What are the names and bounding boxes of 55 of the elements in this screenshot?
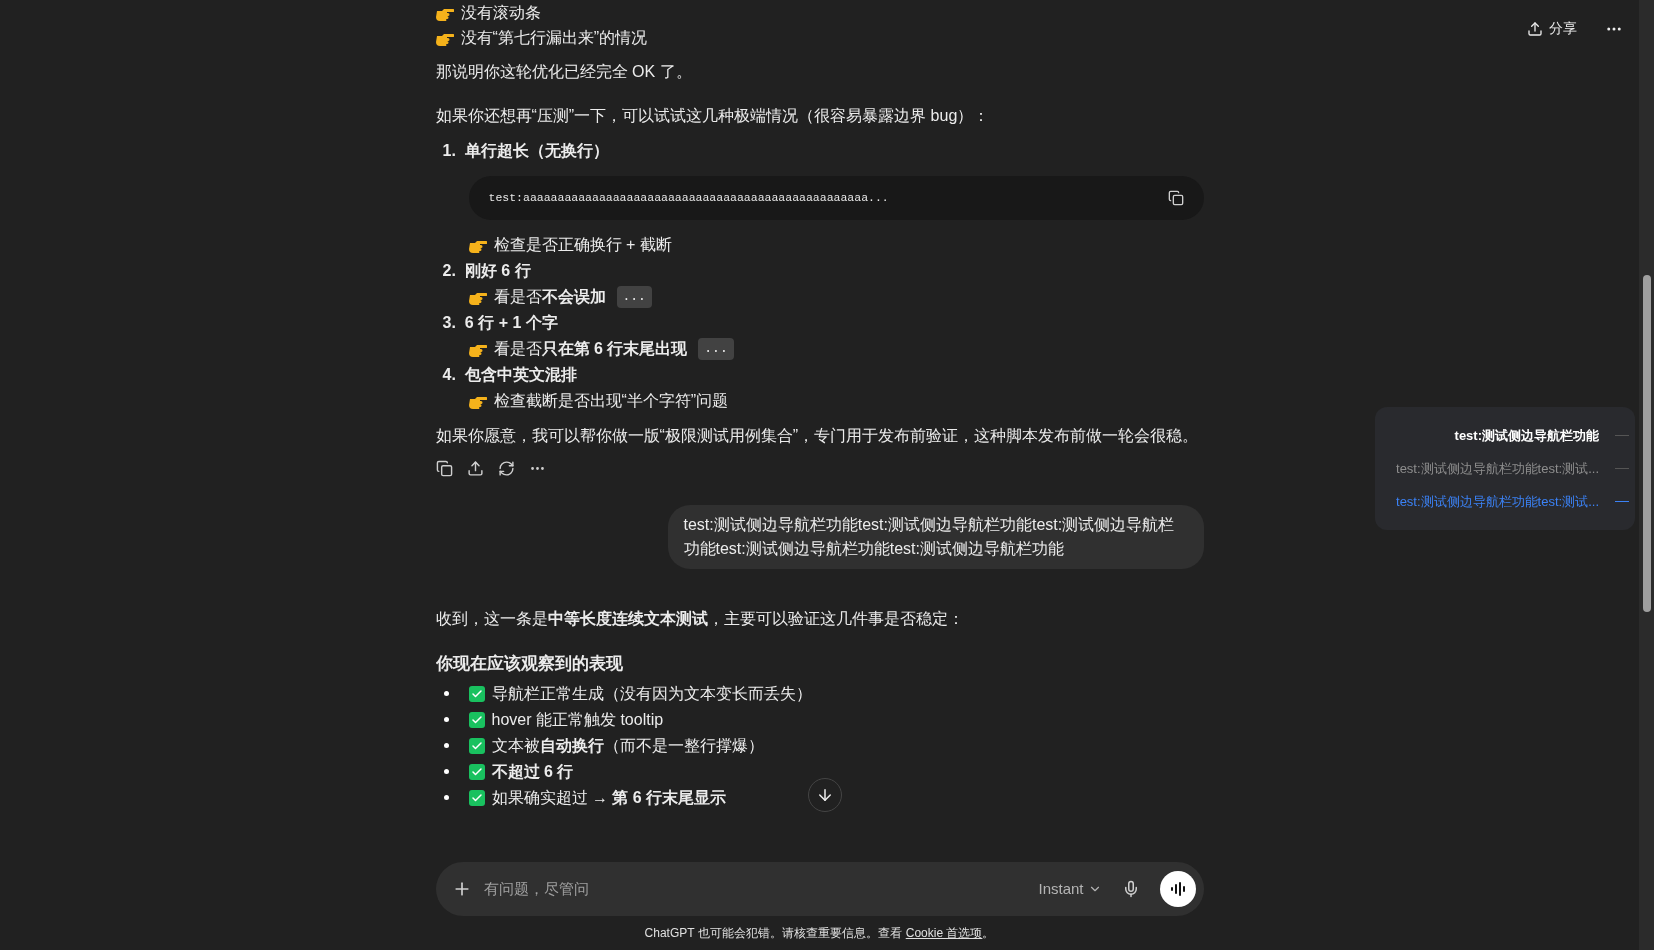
message-paragraph: 如果你还想再“压测”一下，可以试试这几种极端情况（很容易暴露边界 bug）： — [435, 106, 991, 126]
voice-button[interactable] — [1159, 871, 1196, 907]
message-text: 没有滚动条 — [460, 2, 541, 23]
list-item-title: 包含中英文混排 — [464, 365, 577, 385]
outline-marker — [1615, 435, 1629, 436]
check-mark-icon — [468, 737, 485, 754]
message-paragraph: 如果你愿意，我可以帮你做一版“极限测试用例集合”，专门用于发布前验证，这种脚本发布前做一轮会很稳。 — [435, 426, 1200, 446]
message-paragraph: 收到，这一条是中等长度连续文本测试，主要可以验证这几件事是否稳定： — [435, 609, 965, 629]
checklist-text: 不超过 6 行 — [491, 761, 574, 782]
section-heading: 你现在应该观察到的表现 — [435, 653, 624, 675]
list-item-title: 单行超长（无换行） — [464, 141, 609, 161]
message-paragraph: 那说明你这轮优化已经完全 OK 了。 — [435, 62, 693, 82]
list-note: 检查是否正确换行 + 截断 — [493, 235, 672, 255]
check-mark-icon — [468, 685, 485, 702]
share-icon[interactable] — [466, 460, 484, 477]
checklist-text: 文本被自动换行（而不是一整行撑爆） — [491, 735, 764, 756]
list-number: 4. — [442, 365, 456, 385]
list-number: 1. — [442, 141, 456, 161]
message-text: 没有“第七行漏出来”的情况 — [460, 27, 648, 48]
scrollbar-thumb[interactable] — [1642, 275, 1651, 612]
regenerate-icon[interactable] — [497, 460, 515, 477]
outline-marker — [1615, 501, 1629, 502]
share-button[interactable]: 分享 — [1519, 14, 1585, 43]
list-item-title: 6 行 + 1 个字 — [464, 313, 558, 333]
list-note: 看是否只在第 6 行末尾出现 — [493, 339, 688, 359]
outline-item[interactable]: test:测试侧边导航栏功能test:测试... — [1396, 458, 1599, 479]
scroll-down-button[interactable] — [808, 778, 842, 812]
disclaimer-text: ChatGPT 也可能会犯错。请核查重要信息。查看 Cookie 首选项。 — [644, 923, 995, 944]
inline-code: ... — [698, 338, 734, 360]
copy-icon[interactable] — [1167, 190, 1184, 206]
list-number: 3. — [442, 313, 456, 333]
outline-marker — [1615, 468, 1629, 469]
checklist-text: 导航栏正常生成（没有因为文本变长而丢失） — [491, 683, 812, 704]
waveform-icon — [1169, 882, 1186, 896]
user-message-bubble: test:测试侧边导航栏功能test:测试侧边导航栏功能test:测试侧边导航栏功能test:测试侧边导航栏功能test:测试侧边导航栏功能 — [667, 505, 1204, 569]
list-number: 2. — [442, 261, 456, 281]
outline-item[interactable]: test:测试侧边导航栏功能test:测试... — [1396, 491, 1599, 512]
cookie-preferences-link[interactable]: Cookie 首选项 — [905, 924, 983, 942]
list-note: 检查截断是否出现“半个字符”问题 — [493, 391, 729, 411]
list-item-title: 刚好 6 行 — [464, 261, 531, 281]
outline-item[interactable]: test:测试侧边导航栏功能 — [1454, 425, 1599, 446]
share-icon — [1527, 20, 1543, 37]
checklist-text: 如果确实超过 → 第 6 行末尾显示 — [491, 787, 727, 808]
message-composer[interactable]: 有问题，尽管问 Instant — [435, 862, 1204, 916]
arrow-down-icon — [816, 786, 834, 804]
message-input[interactable]: 有问题，尽管问 — [483, 877, 1027, 901]
check-mark-icon — [468, 711, 485, 728]
inline-code: ... — [616, 286, 652, 308]
code-text: test:aaaaaaaaaaaaaaaaaaaaaaaaaaaaaaaaaaaaaaaaaaaaaaaaaa... — [488, 190, 889, 207]
check-mark-icon — [468, 763, 485, 780]
checklist-text: hover 能正常触发 tooltip — [491, 709, 664, 730]
list-note: 看是否不会误加 — [493, 287, 606, 307]
copy-icon[interactable] — [435, 460, 453, 477]
model-selector[interactable]: Instant — [1038, 877, 1102, 901]
check-mark-icon — [468, 789, 485, 806]
